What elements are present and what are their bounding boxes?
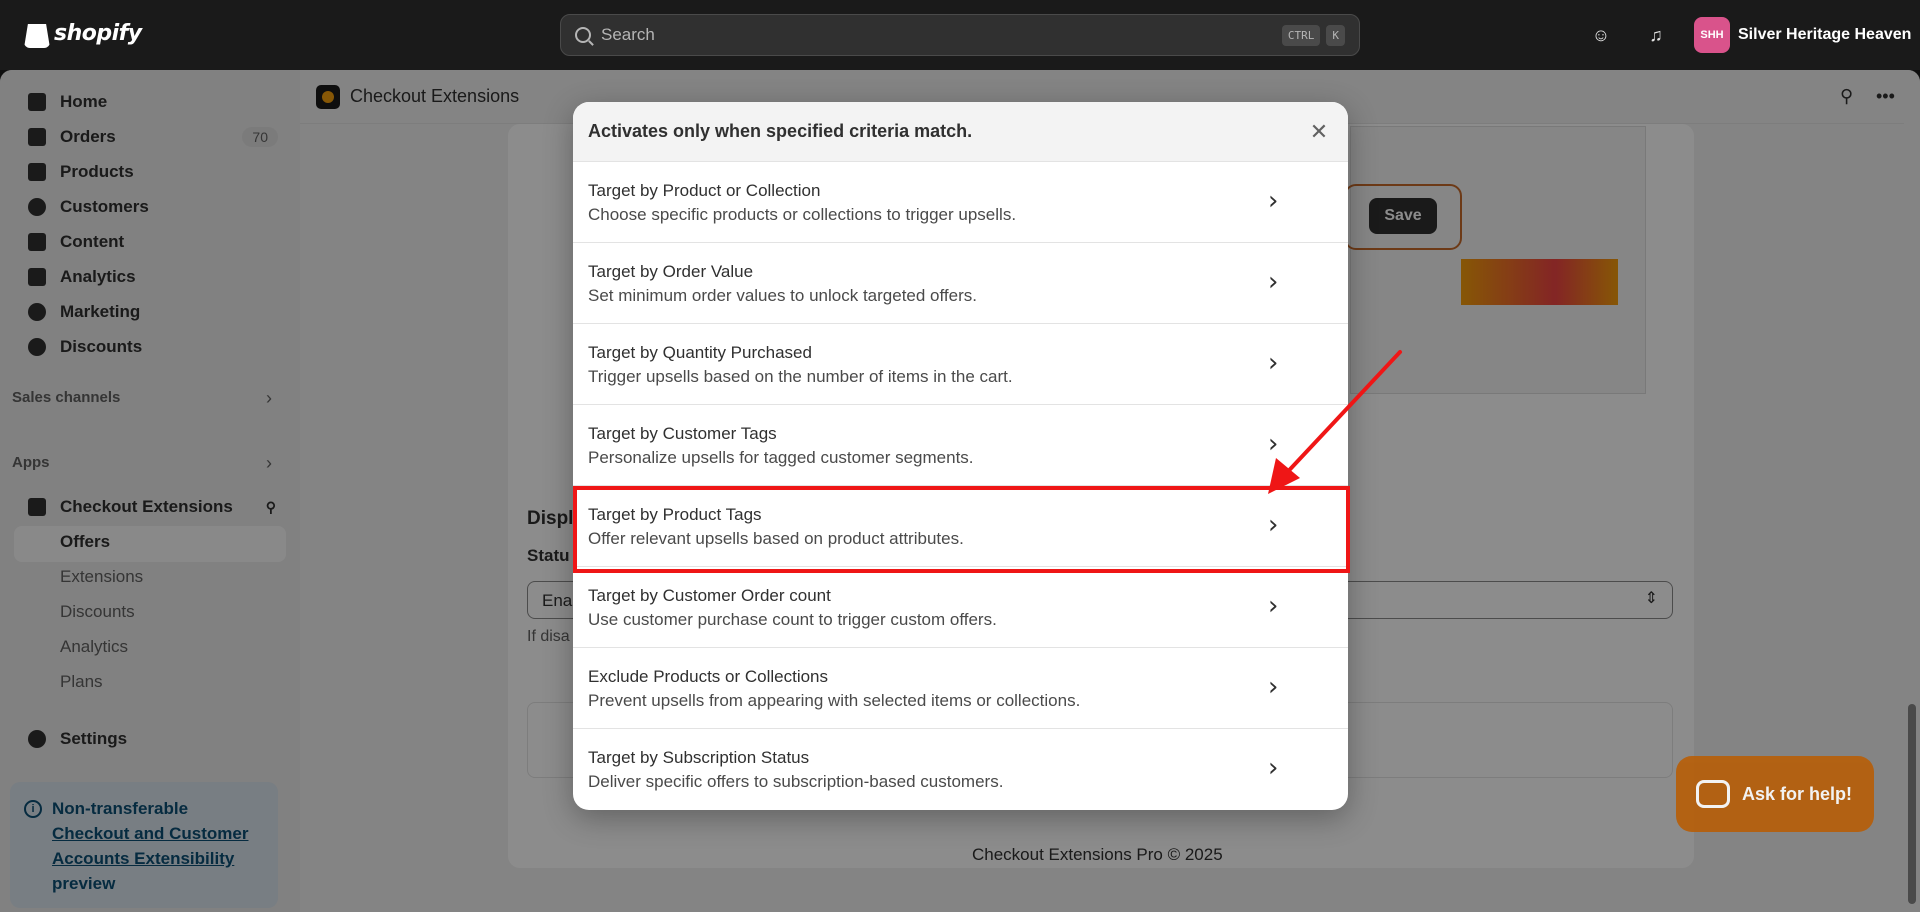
option-order-value[interactable]: Target by Order Value Set minimum order … <box>573 243 1348 324</box>
store-name: Silver Heritage Heaven <box>1738 26 1912 43</box>
option-description: Personalize upsells for tagged customer … <box>588 448 974 467</box>
modal-title: Activates only when specified criteria m… <box>588 121 973 141</box>
chat-icon <box>1696 780 1730 808</box>
targeting-modal: Activates only when specified criteria m… <box>573 102 1348 810</box>
option-title: Target by Customer Order count <box>588 586 831 605</box>
bell-icon[interactable]: ♫ <box>1645 24 1667 46</box>
option-description: Choose specific products or collections … <box>588 205 1017 224</box>
store-avatar: SHH <box>1694 17 1730 53</box>
chevron-right-icon: › <box>1268 672 1279 702</box>
close-icon[interactable]: ✕ <box>1305 118 1333 146</box>
sidekick-icon[interactable]: ☺ <box>1590 24 1612 46</box>
ask-for-help-label: Ask for help! <box>1742 783 1853 804</box>
option-title: Exclude Products or Collections <box>588 667 829 686</box>
chevron-right-icon: › <box>1268 267 1279 297</box>
shopify-bag-icon <box>24 24 50 48</box>
option-exclude-products[interactable]: Exclude Products or Collections Prevent … <box>573 648 1348 729</box>
chevron-right-icon: › <box>1268 591 1279 621</box>
option-description: Deliver specific offers to subscription-… <box>588 772 1004 791</box>
annotation-arrow-icon <box>1268 350 1402 494</box>
option-description: Prevent upsells from appearing with sele… <box>588 691 1081 710</box>
modal-header: Activates only when specified criteria m… <box>573 102 1348 162</box>
brand-name: shopify <box>54 20 142 46</box>
chevron-right-icon: › <box>1268 186 1279 216</box>
highlight-box <box>573 486 1350 573</box>
option-title: Target by Product or Collection <box>588 181 821 200</box>
option-description: Use customer purchase count to trigger c… <box>588 610 997 629</box>
search-icon <box>575 27 591 43</box>
option-title: Target by Customer Tags <box>588 424 777 443</box>
chevron-right-icon: › <box>1268 753 1279 783</box>
shortcut-key-k: K <box>1326 24 1345 46</box>
option-quantity-purchased[interactable]: Target by Quantity Purchased Trigger ups… <box>573 324 1348 405</box>
option-customer-tags[interactable]: Target by Customer Tags Personalize upse… <box>573 405 1348 486</box>
option-description: Trigger upsells based on the number of i… <box>588 367 1013 386</box>
option-title: Target by Order Value <box>588 262 754 281</box>
store-menu[interactable]: SHH Silver Heritage Heaven <box>1694 17 1911 53</box>
option-customer-order-count[interactable]: Target by Customer Order count Use custo… <box>573 567 1348 648</box>
shortcut-key-ctrl: CTRL <box>1281 24 1321 46</box>
ask-for-help-button[interactable]: Ask for help! <box>1676 756 1874 832</box>
option-title: Target by Subscription Status <box>588 748 810 767</box>
option-subscription-status[interactable]: Target by Subscription Status Deliver sp… <box>573 729 1348 810</box>
option-description: Set minimum order values to unlock targe… <box>588 286 977 305</box>
option-title: Target by Quantity Purchased <box>588 343 812 362</box>
shopify-logo[interactable]: shopify <box>24 18 142 48</box>
search-placeholder: Search <box>601 25 655 44</box>
top-bar: shopify Search CTRL K ☺ ♫ SHH Silver Her… <box>0 0 1920 70</box>
search-input[interactable]: Search CTRL K <box>560 14 1360 56</box>
option-product-or-collection[interactable]: Target by Product or Collection Choose s… <box>573 162 1348 243</box>
